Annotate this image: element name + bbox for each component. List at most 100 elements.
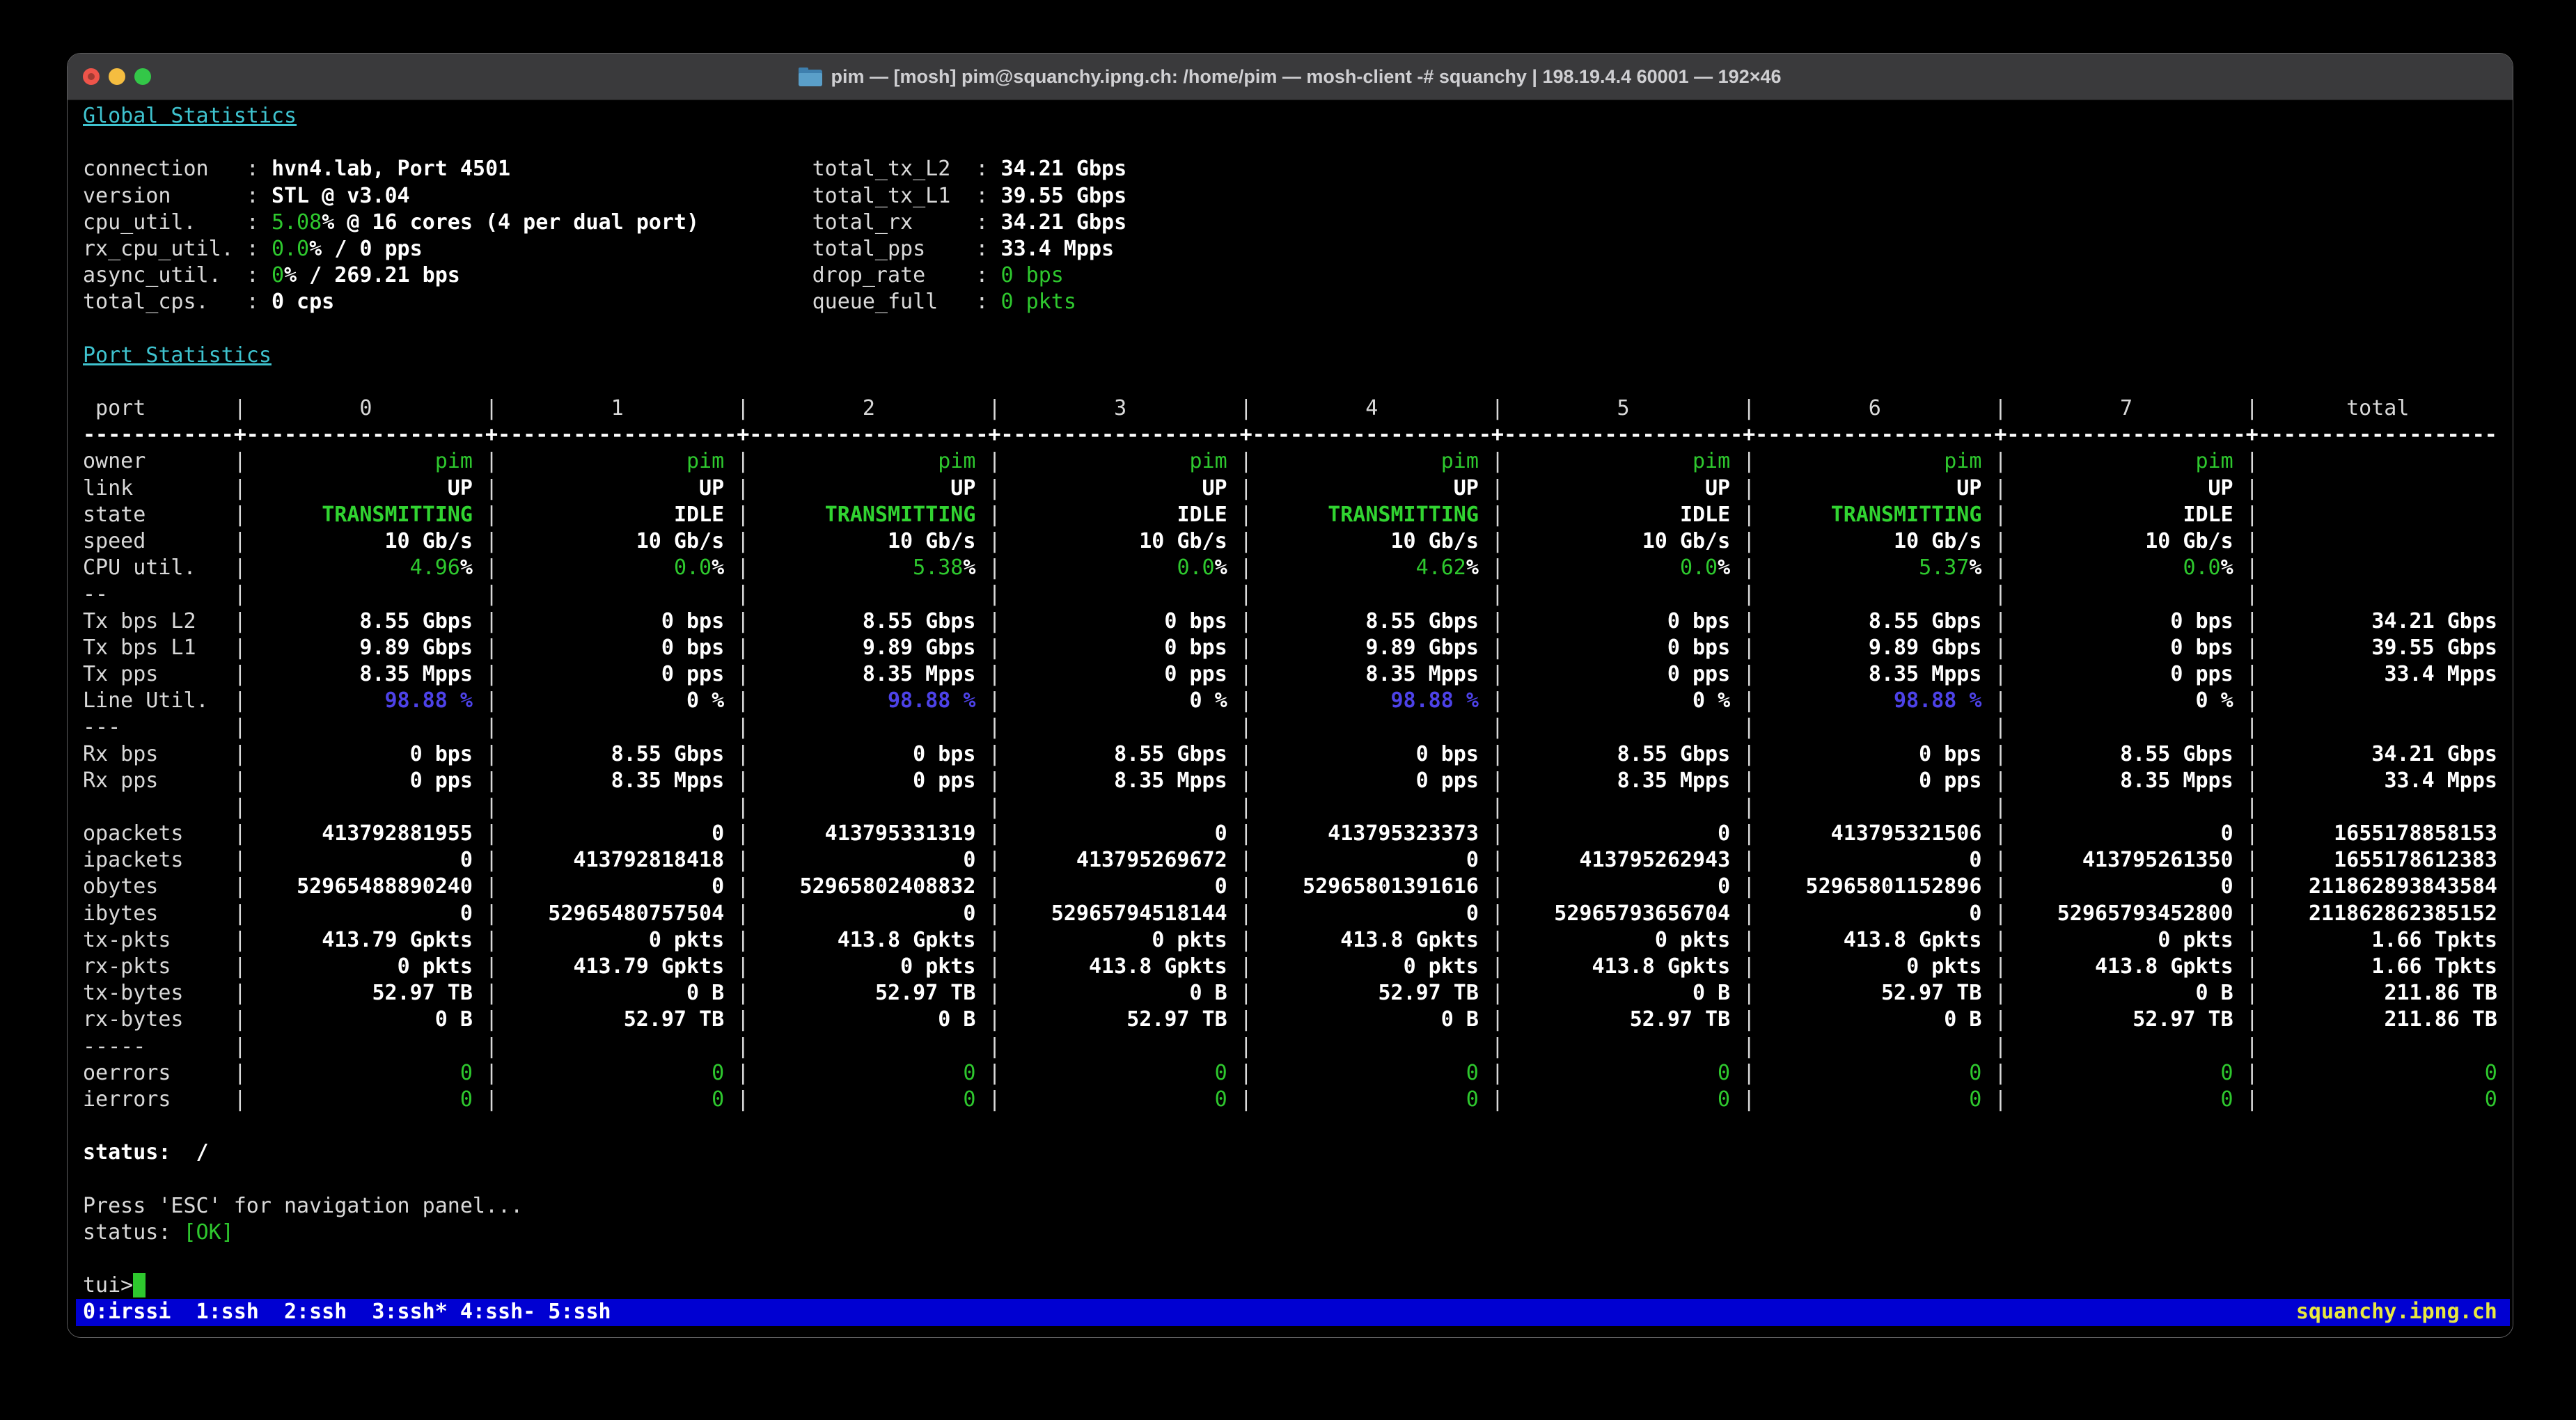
terminal-text-segment: TRANSMITTING [1830, 502, 1982, 527]
terminal-text-segment: 0 [1214, 874, 1227, 899]
terminal-text-segment: 1.66 Tpkts [2371, 927, 2497, 952]
terminal-text-segment: 1.66 Tpkts [2371, 954, 2497, 979]
terminal-text-segment: 413795323373 [1328, 821, 1479, 846]
terminal-text-segment: | [485, 741, 498, 766]
minimize-button[interactable] [109, 68, 125, 85]
close-button[interactable] [83, 68, 100, 85]
terminal-text-segment: | [485, 1034, 498, 1059]
terminal-text-segment: tx-bytes [83, 981, 234, 1006]
terminal-text-segment: | [2245, 555, 2259, 581]
terminal-text-segment: 98.88 % [384, 688, 473, 713]
terminal-text-segment: | [1994, 1060, 2007, 1085]
terminal-text-segment: total_cps. : [83, 290, 272, 315]
terminal-text-segment: 52.97 TB [623, 1007, 725, 1032]
window-title: pim — [mosh] pim@squanchy.ipng.ch: /home… [799, 66, 1782, 88]
terminal-text-segment: | [2245, 794, 2259, 819]
terminal-text-segment: | [485, 1007, 498, 1032]
terminal-text-segment: / [171, 1140, 209, 1165]
terminal-text-segment: | [233, 582, 246, 607]
terminal-text-segment: IDLE [1177, 502, 1227, 527]
terminal-text-segment: 98.88 % [1390, 688, 1479, 713]
table-row: ipackets | 0 | 413792818418 | 0 | 413795… [83, 847, 2503, 874]
terminal-text-segment: 52965802408832 [799, 874, 976, 899]
terminal-text-segment: 0 B [1440, 1007, 1479, 1032]
terminal-text-segment: 52.97 TB [1629, 1007, 1731, 1032]
terminal-text-segment: 0.0 [2183, 555, 2221, 581]
terminal-text-segment: rx-pkts [83, 954, 234, 979]
terminal-text-segment: 98.88 % [888, 688, 976, 713]
terminal-text-segment: | [233, 555, 246, 581]
terminal-text-segment: | [1491, 848, 1505, 873]
terminal-text-segment: Global Statistics [83, 104, 297, 128]
terminal-screen[interactable]: Global Statistics connection : hvn4.lab, … [68, 100, 2513, 1337]
terminal-text-segment: rx_cpu_util. : [83, 236, 272, 261]
terminal-text-segment: 52965794518144 [1051, 901, 1227, 926]
table-group-separator-row: -- | | | | | | | | | [83, 581, 2503, 608]
terminal-text-segment: 413795269672 [1076, 848, 1227, 873]
terminal-text-segment: | [988, 635, 1001, 660]
terminal-text-segment: | [737, 1060, 750, 1085]
terminal-text-segment: | [1743, 821, 1756, 846]
terminal-text-segment: | [737, 848, 750, 873]
terminal-text-segment: 0 pkts [648, 927, 725, 952]
terminal-text-segment: | [1994, 529, 2007, 553]
global-statistics-heading: Global Statistics [83, 103, 2503, 129]
terminal-text-segment: state [83, 502, 234, 527]
terminal-text-segment: | [988, 954, 1001, 979]
terminal-text-segment: | [1239, 608, 1252, 633]
terminal-text-segment: total_rx : [812, 210, 1001, 235]
zoom-button[interactable] [134, 68, 151, 85]
table-separator: ------------+-------------------+-------… [83, 422, 2503, 448]
table-row: opackets | 413792881955 | 0 | 4137953313… [83, 821, 2503, 847]
terminal-text-segment: 0 bps [1164, 635, 1227, 660]
terminal-text-segment: 0 % [686, 688, 725, 713]
terminal-text-segment: 9.89 Gbps [862, 635, 976, 660]
terminal-text-segment: 413795262943 [1579, 848, 1731, 873]
